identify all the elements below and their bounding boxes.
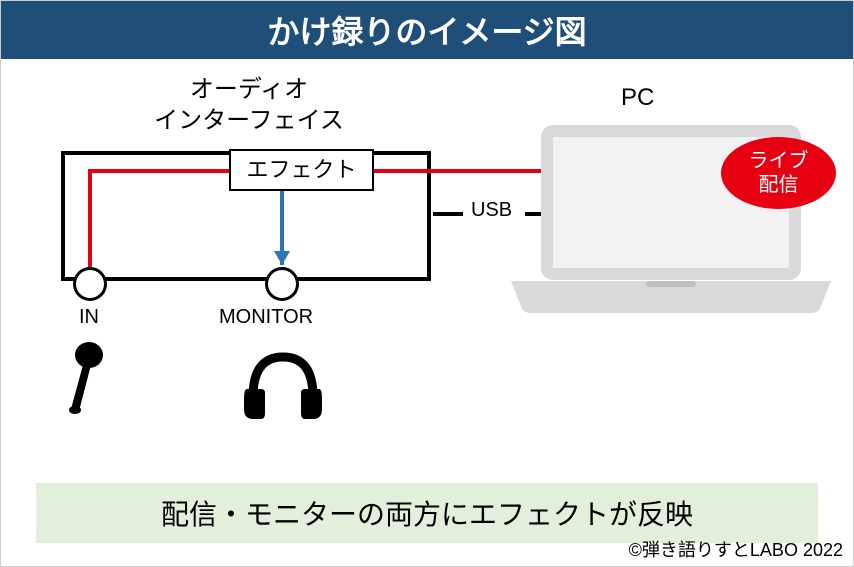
diagram-title: かけ録りのイメージ図 <box>1 1 853 59</box>
in-jack <box>73 267 107 301</box>
effect-box: エフェクト <box>229 149 374 191</box>
diagram-canvas: オーディオ インターフェイス PC エフェクト IN MONITOR USB ラ… <box>1 59 853 494</box>
monitor-label: MONITOR <box>219 306 313 329</box>
audio-interface-label: オーディオ インターフェイス <box>109 74 389 136</box>
microphone-icon <box>61 341 111 421</box>
live-stream-badge: ライブ 配信 <box>721 137 836 209</box>
subtitle-bar: 配信・モニターの両方にエフェクトが反映 <box>36 483 818 543</box>
headphones-icon <box>241 349 326 419</box>
in-label: IN <box>79 306 99 329</box>
monitor-jack <box>265 267 299 301</box>
credit-text: ©弾き語りすとLABO 2022 <box>629 536 843 562</box>
pc-label: PC <box>621 84 654 112</box>
